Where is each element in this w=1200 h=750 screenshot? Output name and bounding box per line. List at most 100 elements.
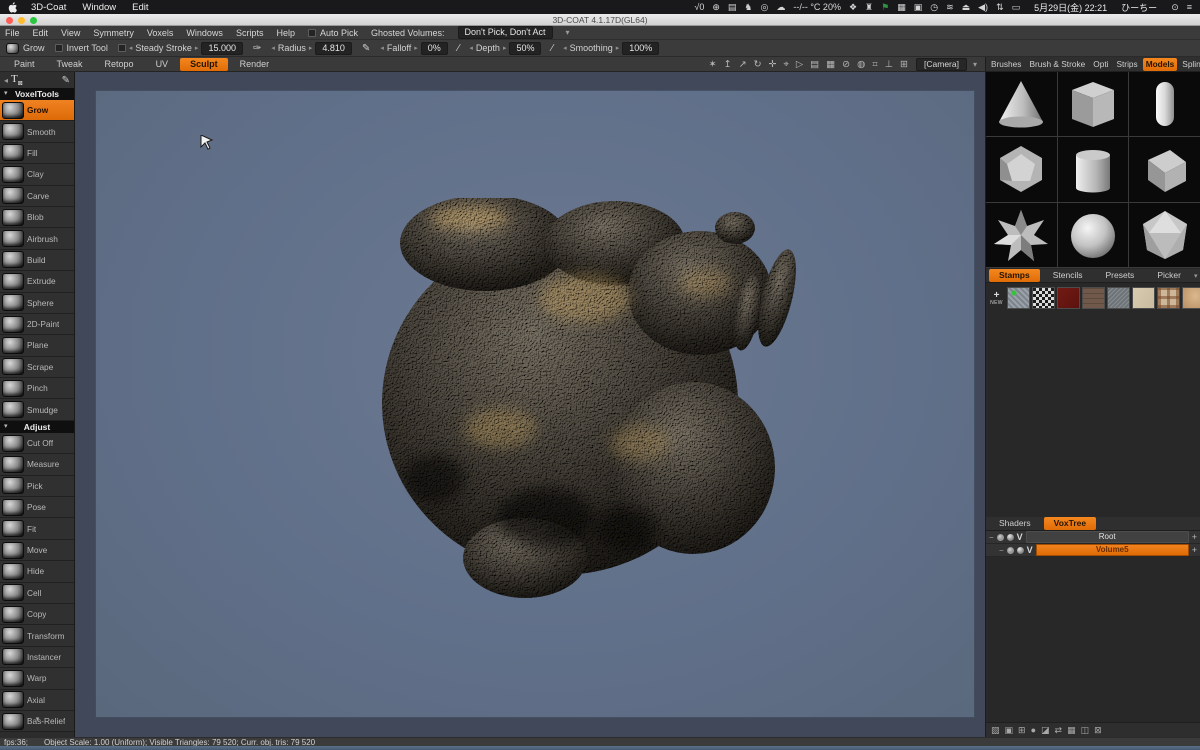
stamp-thumb-5[interactable] xyxy=(1107,287,1130,309)
status-wifi-icon[interactable]: ≋ xyxy=(946,2,954,13)
status-clock-icon[interactable]: ◷ xyxy=(930,2,938,13)
tool-instancer[interactable]: Instancer xyxy=(0,647,74,668)
model-thumb-cylinder[interactable] xyxy=(1058,137,1129,201)
ghosted-volumes-chevron-down-icon[interactable]: ▾ xyxy=(566,28,570,37)
ghost-toggle-icon[interactable] xyxy=(997,534,1004,541)
nav-zoom-icon[interactable]: ⌖ xyxy=(784,58,789,71)
tool-move[interactable]: Move xyxy=(0,540,74,561)
smoothing-value[interactable]: 100% xyxy=(622,42,659,55)
section-header-adjust[interactable]: ▾ Adjust xyxy=(0,421,74,433)
status-display-icon[interactable]: ▭ xyxy=(1012,2,1021,13)
vt-action-export-icon[interactable]: ◫ xyxy=(1081,725,1090,736)
status-flag-icon[interactable]: ⚑ xyxy=(881,2,889,13)
tool-scrape[interactable]: Scrape xyxy=(0,357,74,378)
pen-icon[interactable]: ✎ xyxy=(62,75,70,86)
macos-menu-item-window[interactable]: Window xyxy=(82,2,116,13)
tool-smudge[interactable]: Smudge xyxy=(0,399,74,420)
macos-user-name[interactable]: ひーちー xyxy=(1121,1,1157,14)
model-thumb-icosahedron[interactable] xyxy=(1129,203,1200,267)
tool-fit[interactable]: Fit xyxy=(0,518,74,539)
visibility-toggle-icon[interactable] xyxy=(1007,534,1014,541)
tool-warp[interactable]: Warp xyxy=(0,668,74,689)
model-thumb-dodecahedron[interactable] xyxy=(986,137,1057,201)
section-collapse-icon[interactable]: ▾ xyxy=(4,88,8,100)
smoothing-increase[interactable]: ▸ xyxy=(616,44,620,52)
right-tab-models[interactable]: Models xyxy=(1143,58,1178,71)
steady-stroke-checkbox[interactable] xyxy=(118,44,126,52)
model-thumb-sphere[interactable] xyxy=(1058,203,1129,267)
status-box-icon[interactable]: ▣ xyxy=(914,2,923,13)
collapse-left-icon[interactable]: ◂ xyxy=(4,76,8,85)
app-menu-view[interactable]: View xyxy=(61,28,80,38)
nav-move-up-icon[interactable]: ↥ xyxy=(724,58,732,71)
radius-decrease[interactable]: ◂ xyxy=(271,44,275,52)
stamp-tab-stamps[interactable]: Stamps xyxy=(989,269,1040,282)
status-eject-icon[interactable]: ⏏ xyxy=(962,2,971,13)
status-weather-cloud-icon[interactable]: ☁ xyxy=(776,2,785,13)
app-menu-symmetry[interactable]: Symmetry xyxy=(93,28,134,38)
model-thumb-star-polyhedron[interactable] xyxy=(986,203,1057,267)
nav-ortho-icon[interactable]: ⊥ xyxy=(885,58,893,71)
smoothing-decrease[interactable]: ◂ xyxy=(563,44,567,52)
sidebar-more-chevron-down-icon[interactable]: ▾ xyxy=(0,715,75,723)
right-tab-splines[interactable]: Splines xyxy=(1179,58,1200,71)
tab-retopo[interactable]: Retopo xyxy=(95,58,144,71)
collapse-minus-icon[interactable]: − xyxy=(999,546,1004,555)
app-menu-voxels[interactable]: Voxels xyxy=(147,28,174,38)
status-chat-icon[interactable]: ▤ xyxy=(728,2,737,13)
close-window-button[interactable] xyxy=(6,17,13,24)
tool-hide[interactable]: Hide xyxy=(0,561,74,582)
stamp-thumb-2[interactable] xyxy=(1032,287,1055,309)
vt-action-new-volume-icon[interactable]: ▧ xyxy=(991,725,1000,736)
app-menu-edit[interactable]: Edit xyxy=(33,28,49,38)
tab-render[interactable]: Render xyxy=(230,58,280,71)
tool-fill[interactable]: Fill xyxy=(0,143,74,164)
vt-action-close-icon[interactable]: ⊠ xyxy=(1094,725,1102,736)
tool-copy[interactable]: Copy xyxy=(0,604,74,625)
tool-blob[interactable]: Blob xyxy=(0,207,74,228)
voxtree-node-volume5[interactable]: − V Volume5 + xyxy=(986,544,1200,557)
steady-stroke-increase[interactable]: ▸ xyxy=(195,44,199,52)
tool-transform[interactable]: Transform xyxy=(0,625,74,646)
nav-grid-icon[interactable]: ⌗ xyxy=(872,58,877,71)
status-globe-icon[interactable]: ⊕ xyxy=(712,2,720,13)
status-activity-icon[interactable]: √0 xyxy=(694,2,704,12)
tab-tweak[interactable]: Tweak xyxy=(47,58,93,71)
section-collapse-icon[interactable]: ▾ xyxy=(4,421,8,433)
status-temperature-text[interactable]: --/-- °C 20% xyxy=(793,2,841,12)
nav-frame-a-icon[interactable]: ▤ xyxy=(810,58,819,71)
nav-scale-icon[interactable]: ↗ xyxy=(739,58,747,71)
tool-pick[interactable]: Pick xyxy=(0,476,74,497)
app-menu-help[interactable]: Help xyxy=(276,28,295,38)
stamp-thumb-8[interactable] xyxy=(1182,287,1200,309)
vt-action-delete-icon[interactable]: ▣ xyxy=(1005,725,1014,736)
falloff-value[interactable]: 0% xyxy=(421,42,448,55)
tab-sculpt[interactable]: Sculpt xyxy=(180,58,228,71)
tool-carve[interactable]: Carve xyxy=(0,186,74,207)
nav-reset-view-icon[interactable]: ✶ xyxy=(709,58,717,71)
stamp-thumb-6[interactable] xyxy=(1132,287,1155,309)
macos-menu-item-3d-coat[interactable]: 3D-Coat xyxy=(31,2,66,13)
status-menu-list-icon[interactable]: ≡ xyxy=(1187,2,1192,12)
tool-axial[interactable]: Axial xyxy=(0,690,74,711)
nav-frame-b-icon[interactable]: ▦ xyxy=(826,58,835,71)
add-child-icon[interactable]: + xyxy=(1192,545,1197,555)
tool-plane[interactable]: Plane xyxy=(0,335,74,356)
status-search-icon[interactable]: ⊙ xyxy=(1171,2,1179,13)
camera-chevron-down-icon[interactable]: ▾ xyxy=(973,60,977,69)
tab-uv[interactable]: UV xyxy=(146,58,179,71)
voxtree-node-root[interactable]: − V Root + xyxy=(986,531,1200,544)
vt-action-merge-icon[interactable]: ▦ xyxy=(1067,725,1076,736)
visibility-toggle-icon[interactable] xyxy=(1017,547,1024,554)
app-menu-file[interactable]: File xyxy=(5,28,20,38)
text-tool-icon[interactable]: T⊠ xyxy=(11,73,23,87)
tool-2d-paint[interactable]: 2D-Paint xyxy=(0,314,74,335)
tree-tab-shaders[interactable]: Shaders xyxy=(989,517,1041,530)
minimize-window-button[interactable] xyxy=(18,17,25,24)
falloff-decrease[interactable]: ◂ xyxy=(380,44,384,52)
falloff-curve-icon[interactable]: ✎ xyxy=(362,43,370,54)
status-tiles-icon[interactable]: ❖ xyxy=(849,2,857,13)
status-tower-icon[interactable]: ♜ xyxy=(865,2,873,13)
tool-grow[interactable]: Grow xyxy=(0,100,74,121)
status-paw-icon[interactable]: ♞ xyxy=(744,2,752,13)
